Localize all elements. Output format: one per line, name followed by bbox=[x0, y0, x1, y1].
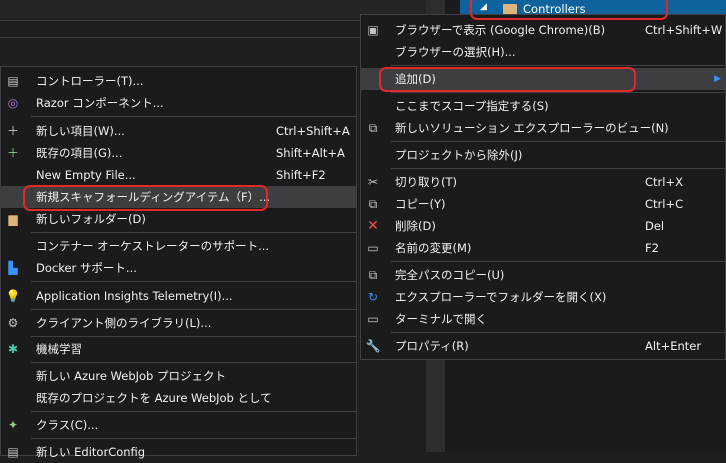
menu-item-editorconfig[interactable]: ▤ 新しい EditorConfig bbox=[1, 441, 356, 463]
menu-item-view-in-browser[interactable]: ▣ ブラウザーで表示 (Google Chrome)(B) Ctrl+Shift… bbox=[361, 19, 725, 41]
menu-separator bbox=[391, 65, 725, 66]
menu-item-existing-webjob[interactable]: 既存のプロジェクトを Azure WebJob として bbox=[1, 387, 356, 409]
new-item-icon: ＋ bbox=[6, 124, 19, 138]
menu-item-container-orchestrator[interactable]: コンテナー オーケストレーターのサポート... bbox=[1, 235, 356, 257]
folder-icon bbox=[503, 4, 517, 14]
menu-item-razor-component[interactable]: ◎ Razor コンポーネント... bbox=[1, 92, 356, 114]
menu-item-new-item[interactable]: ＋ 新しい項目(W)... Ctrl+Shift+A bbox=[1, 120, 356, 142]
menu-separator bbox=[391, 92, 725, 93]
menu-item-app-insights[interactable]: 💡 Application Insights Telemetry(I)... bbox=[1, 285, 356, 307]
menu-separator bbox=[391, 261, 725, 262]
copy-path-icon: ⧉ bbox=[368, 268, 378, 282]
menu-separator bbox=[391, 141, 725, 142]
menu-item-scope-to-this[interactable]: ここまでスコープ指定する(S) bbox=[361, 95, 725, 117]
divider bbox=[0, 20, 370, 21]
menu-item-open-in-explorer[interactable]: ↻ エクスプローラーでフォルダーを開く(X) bbox=[361, 286, 725, 308]
terminal-icon: ▭ bbox=[367, 312, 379, 326]
menu-separator bbox=[31, 411, 356, 412]
insights-icon: 💡 bbox=[5, 289, 21, 303]
menu-item-cut[interactable]: ✂ 切り取り(T) Ctrl+X bbox=[361, 171, 725, 193]
add-submenu: ▤ コントローラー(T)... ◎ Razor コンポーネント... ＋ 新しい… bbox=[0, 66, 357, 459]
delete-icon: ✕ bbox=[367, 218, 379, 234]
menu-separator bbox=[31, 362, 356, 363]
expand-arrow-icon[interactable]: ◢ bbox=[480, 2, 487, 12]
refresh-icon: ↻ bbox=[367, 290, 379, 304]
rename-icon: ▭ bbox=[367, 241, 379, 255]
razor-icon: ◎ bbox=[7, 96, 19, 110]
menu-separator bbox=[31, 281, 356, 282]
menu-item-add[interactable]: 追加(D) ▶ bbox=[361, 68, 725, 90]
menu-item-client-library[interactable]: ⚙ クライアント側のライブラリ(L)... bbox=[1, 312, 356, 334]
menu-item-exclude[interactable]: プロジェクトから除外(J) bbox=[361, 144, 725, 166]
menu-item-rename[interactable]: ▭ 名前の変更(M) F2 bbox=[361, 237, 725, 259]
menu-item-new-solution-view[interactable]: ⧉ 新しいソリューション エクスプローラーのビュー(N) bbox=[361, 117, 725, 139]
menu-item-new-folder[interactable]: ▆ 新しいフォルダー(D) bbox=[1, 208, 356, 230]
menu-item-controller[interactable]: ▤ コントローラー(T)... bbox=[1, 70, 356, 92]
docker-icon: ▙ bbox=[8, 261, 18, 275]
menu-item-existing-item[interactable]: ＋ 既存の項目(G)... Shift+Alt+A bbox=[1, 142, 356, 164]
menu-item-machine-learning[interactable]: ✱ 機械学習 bbox=[1, 338, 356, 360]
class-icon: ✦ bbox=[7, 418, 19, 432]
menu-separator bbox=[391, 332, 725, 333]
wrench-icon: 🔧 bbox=[365, 339, 381, 353]
menu-item-new-scaffolded-item[interactable]: 新規スキャフォールディングアイテム（F）... bbox=[1, 186, 356, 208]
existing-item-icon: ＋ bbox=[6, 146, 19, 160]
menu-item-delete[interactable]: ✕ 削除(D) Del bbox=[361, 215, 725, 237]
menu-item-open-in-terminal[interactable]: ▭ ターミナルで開く bbox=[361, 308, 725, 330]
menu-separator bbox=[31, 116, 356, 117]
menu-separator bbox=[31, 336, 356, 337]
menu-separator bbox=[391, 168, 725, 169]
new-view-icon: ⧉ bbox=[368, 121, 378, 135]
controller-icon: ▤ bbox=[7, 74, 19, 88]
copy-icon: ⧉ bbox=[368, 197, 378, 211]
menu-item-new-webjob[interactable]: 新しい Azure WebJob プロジェクト bbox=[1, 365, 356, 387]
menu-item-new-empty-file[interactable]: New Empty File... Shift+F2 bbox=[1, 164, 356, 186]
menu-separator bbox=[31, 232, 356, 233]
library-icon: ⚙ bbox=[7, 316, 19, 330]
editorconfig-icon: ▤ bbox=[7, 445, 19, 459]
ml-icon: ✱ bbox=[7, 342, 19, 356]
new-folder-icon: ▆ bbox=[8, 212, 18, 226]
menu-separator bbox=[31, 438, 356, 439]
submenu-arrow-icon: ▶ bbox=[714, 74, 721, 84]
menu-item-class[interactable]: ✦ クラス(C)... bbox=[1, 414, 356, 436]
menu-item-properties[interactable]: 🔧 プロパティ(R) Alt+Enter bbox=[361, 335, 725, 357]
menu-item-docker-support[interactable]: ▙ Docker サポート... bbox=[1, 257, 356, 279]
menu-separator bbox=[31, 309, 356, 310]
menu-item-copy[interactable]: ⧉ コピー(Y) Ctrl+C bbox=[361, 193, 725, 215]
menu-item-copy-full-path[interactable]: ⧉ 完全パスのコピー(U) bbox=[361, 264, 725, 286]
menu-item-browse-with[interactable]: ブラウザーの選択(H)... bbox=[361, 41, 725, 63]
browser-icon: ▣ bbox=[367, 23, 379, 37]
divider bbox=[0, 37, 370, 38]
context-menu: ▣ ブラウザーで表示 (Google Chrome)(B) Ctrl+Shift… bbox=[360, 14, 726, 360]
scissors-icon: ✂ bbox=[367, 175, 379, 189]
